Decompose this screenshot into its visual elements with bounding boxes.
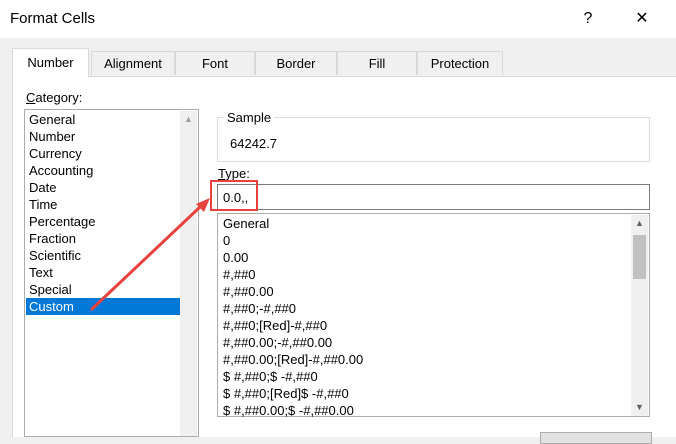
tab-number[interactable]: Number <box>12 48 89 77</box>
annotation-arrow-icon <box>90 198 210 311</box>
